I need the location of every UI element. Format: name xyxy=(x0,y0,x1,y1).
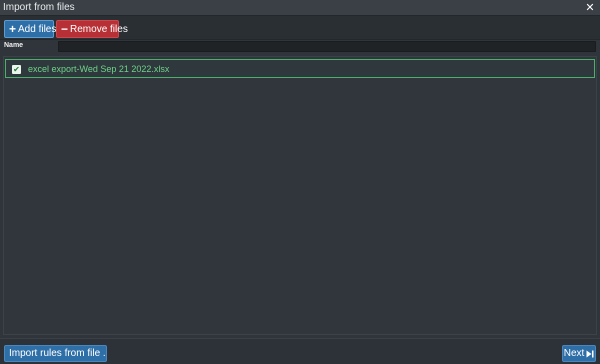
list-item[interactable]: ✔ excel export-Wed Sep 21 2022.xlsx xyxy=(5,59,595,78)
name-filter-input[interactable] xyxy=(58,41,596,52)
name-column-label: Name xyxy=(4,42,24,49)
plus-icon: + xyxy=(9,22,17,36)
import-rules-label: Import rules from file ... xyxy=(9,348,107,359)
toolbar: + Add files − Remove files xyxy=(0,16,600,40)
close-icon[interactable]: ✕ xyxy=(583,0,597,15)
next-button[interactable]: Next xyxy=(562,345,596,362)
file-list: ✔ excel export-Wed Sep 21 2022.xlsx xyxy=(3,56,597,335)
import-dialog: Import from files ✕ + Add files − Remove… xyxy=(0,0,600,364)
skip-next-icon xyxy=(586,350,594,357)
next-label: Next xyxy=(563,348,585,359)
import-rules-button[interactable]: Import rules from file ... xyxy=(4,345,107,362)
minus-icon: − xyxy=(61,22,69,36)
dialog-title: Import from files xyxy=(3,2,75,13)
remove-files-button[interactable]: − Remove files xyxy=(56,20,128,38)
title-bar: Import from files ✕ xyxy=(0,0,600,16)
checkmark-icon[interactable]: ✔ xyxy=(12,65,21,74)
name-filter-row: Name xyxy=(0,41,600,53)
footer-bar: Import rules from file ... Next xyxy=(0,338,600,364)
add-files-button[interactable]: + Add files xyxy=(4,20,57,38)
remove-files-label: Remove files xyxy=(70,23,128,35)
file-name: excel export-Wed Sep 21 2022.xlsx xyxy=(28,64,170,74)
add-files-label: Add files xyxy=(18,23,57,35)
